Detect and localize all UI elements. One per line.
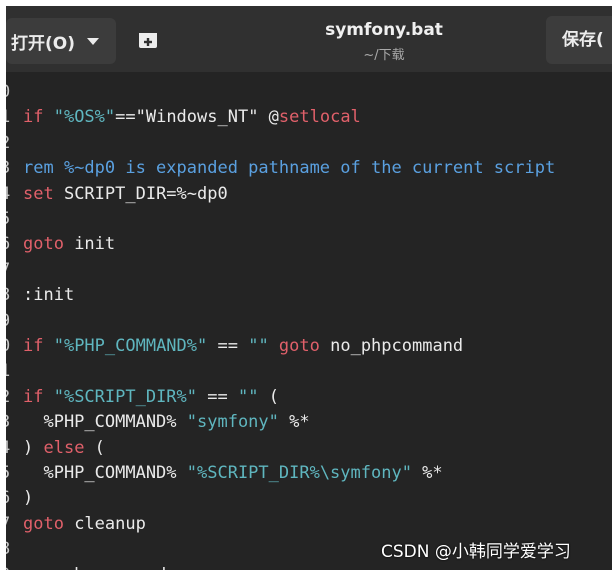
code-token-string: "" (248, 336, 269, 356)
line-number: 1 (6, 105, 14, 130)
line-number: 7 (6, 258, 14, 283)
code-editor[interactable]: 01if "%OS%"=="Windows_NT" @setlocal23rem… (6, 72, 612, 570)
line-code: :no_phpcommand (23, 563, 166, 570)
code-token-string: "symfony" (186, 412, 279, 433)
code-line: 1 if "%OS%"=="Windows_NT" @setlocal (6, 105, 612, 130)
line-number: 8 (6, 283, 14, 308)
open-button-label: 打开(O) (11, 33, 75, 54)
code-token-string: "%SCRIPT_DIR%\symfony" (186, 463, 412, 483)
code-line: 3 %PHP_COMMAND% "symfony" %* (6, 410, 612, 435)
code-line: 1 (6, 359, 612, 384)
code-token-plain: ( (258, 386, 279, 407)
code-token-keyword: goto (268, 336, 320, 356)
code-line: 0 if "%PHP_COMMAND%" == "" goto no_phpcom… (6, 334, 612, 359)
code-token-keyword: goto (23, 513, 64, 534)
code-line: 2 if "%SCRIPT_DIR%" == "" ( (6, 385, 612, 410)
line-code: if "%PHP_COMMAND%" == "" goto no_phpcomm… (23, 334, 463, 359)
line-code: if "%OS%"=="Windows_NT" @setlocal (23, 105, 361, 130)
code-token-plain: ( (84, 437, 105, 458)
line-number: 7 (6, 512, 14, 537)
line-code: rem %~dp0 is expanded pathname of the cu… (23, 156, 555, 181)
code-line: 9 :no_phpcommand (6, 563, 612, 570)
line-number: 3 (6, 410, 14, 435)
code-token-keyword: set (23, 183, 54, 204)
code-line: 6) (6, 486, 612, 511)
code-line: 6 goto init (6, 232, 612, 257)
line-number: 8 (6, 537, 14, 562)
code-token-op: == (207, 336, 249, 356)
code-line: 8 :init (6, 283, 612, 308)
code-token-string: "%OS%" (53, 107, 116, 128)
code-line: 7 (6, 258, 612, 283)
code-token-plain: ) (23, 488, 34, 509)
code-line: 0 (6, 80, 612, 105)
code-line: 4 set SCRIPT_DIR=%~dp0 (6, 182, 612, 207)
new-document-icon[interactable] (138, 30, 158, 50)
code-token-keyword: setlocal (278, 107, 361, 128)
code-token-plain: :no_phpcommand (23, 565, 166, 570)
code-line: 2 (6, 131, 612, 156)
code-token-plain: %* (411, 463, 443, 483)
code-line: 3 rem %~dp0 is expanded pathname of the c… (6, 156, 612, 181)
line-code: ) else ( (23, 436, 105, 461)
open-button[interactable]: 打开(O) (6, 18, 116, 64)
line-number: 5 (6, 461, 14, 486)
code-token-plain: %* (278, 412, 310, 433)
line-number: 6 (6, 232, 14, 257)
line-number: 0 (6, 80, 14, 105)
header-bar: 打开(O) symfony.bat ~/下载 保存( (6, 6, 612, 72)
line-code: %PHP_COMMAND% "%SCRIPT_DIR%\symfony" %* (23, 461, 443, 486)
code-line: 7 goto cleanup (6, 512, 612, 537)
code-token-keyword: if (23, 107, 54, 128)
save-button[interactable]: 保存( (546, 16, 612, 64)
code-token-keyword: if (23, 336, 54, 356)
code-token-plain: SCRIPT_DIR=%~dp0 (53, 183, 228, 204)
line-code: goto cleanup (23, 512, 146, 537)
code-token-keyword: if (23, 386, 54, 407)
code-token-plain: :init (23, 285, 75, 306)
editor-window: 打开(O) symfony.bat ~/下载 保存( 01if "%OS%"==… (6, 6, 612, 570)
line-code: goto init (23, 232, 115, 257)
window-title: symfony.bat (325, 20, 443, 40)
code-token-plain: %PHP_COMMAND% (23, 463, 187, 483)
code-token-keyword: goto (23, 234, 64, 255)
line-number: 3 (6, 156, 14, 181)
line-number: 1 (6, 359, 14, 384)
code-token-comment: rem %~dp0 is expanded pathname of the cu… (23, 158, 556, 179)
line-number: 4 (6, 182, 14, 207)
line-code: :init (23, 283, 74, 308)
line-number: 9 (6, 563, 14, 570)
line-code: if "%SCRIPT_DIR%" == "" ( (23, 385, 279, 410)
code-token-op: == (197, 386, 238, 407)
line-number: 9 (6, 309, 14, 334)
line-number: 2 (6, 385, 14, 410)
code-token-string: "%PHP_COMMAND%" (53, 336, 208, 356)
line-number: 2 (6, 131, 14, 156)
code-token-string: "" (237, 386, 259, 407)
code-line: 9 (6, 309, 612, 334)
line-number: 5 (6, 207, 14, 232)
file-path: ~/下载 (363, 48, 405, 63)
code-line: 4) else ( (6, 436, 612, 461)
code-token-keyword: else (43, 437, 85, 458)
chevron-down-icon (87, 37, 99, 45)
line-number: 6 (6, 486, 14, 511)
code-line: 5 %PHP_COMMAND% "%SCRIPT_DIR%\symfony" %… (6, 461, 612, 486)
code-token-op: =="Windows_NT" @ (115, 107, 279, 128)
code-token-plain: ) (23, 437, 44, 458)
code-token-plain: %PHP_COMMAND% (23, 412, 187, 433)
code-token-plain: init (63, 234, 116, 255)
line-code: %PHP_COMMAND% "symfony" %* (23, 410, 310, 435)
line-code: set SCRIPT_DIR=%~dp0 (23, 182, 228, 207)
code-token-plain: no_phpcommand (319, 336, 464, 356)
line-number: 4 (6, 436, 14, 461)
line-code: ) (23, 486, 33, 511)
watermark: CSDN @小韩同学爱学习 (381, 542, 571, 562)
code-line: 5 (6, 207, 612, 232)
code-token-plain: cleanup (63, 513, 146, 534)
code-token-string: "%SCRIPT_DIR%" (53, 386, 198, 407)
line-number: 0 (6, 334, 14, 359)
